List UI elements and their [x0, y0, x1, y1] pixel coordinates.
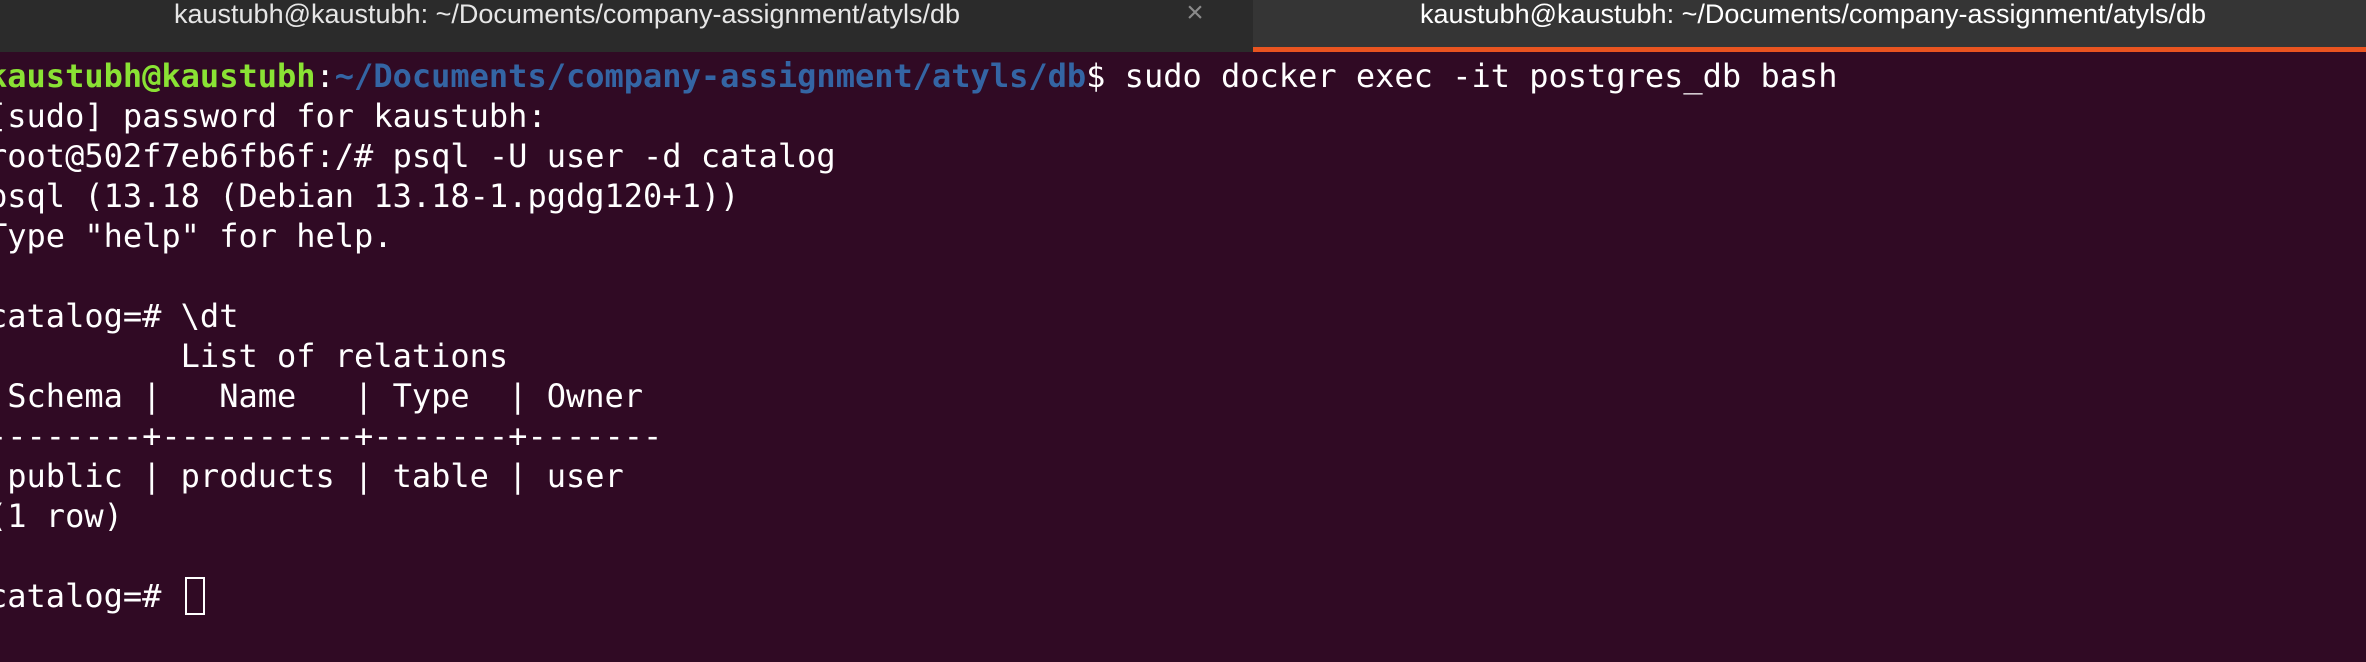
tab-bar: kaustubh@kaustubh: ~/Documents/company-a…	[0, 0, 2366, 52]
final-prompt: catalog=#	[0, 577, 181, 615]
output-line: psql (13.18 (Debian 13.18-1.pgdg120+1))	[0, 177, 740, 215]
final-prompt-line: catalog=#	[0, 576, 205, 616]
tab-1-title: kaustubh@kaustubh: ~/Documents/company-a…	[174, 0, 961, 29]
output-line: Schema | Name | Type | Owner	[0, 377, 644, 415]
output-line: root@502f7eb6fb6f:/# psql -U user -d cat…	[0, 137, 836, 175]
output-line: Type "help" for help.	[0, 217, 393, 255]
output-line: --------+----------+-------+-------	[0, 417, 663, 455]
close-icon[interactable]: ×	[1183, 0, 1207, 28]
output-line: (1 row)	[0, 497, 123, 535]
output-line: public | products | table | user	[0, 457, 624, 495]
text-cursor[interactable]	[184, 577, 205, 615]
prompt-path: ~/Documents/company-assignment/atyls/db	[334, 57, 1087, 95]
output-line: [sudo] password for kaustubh:	[0, 97, 547, 135]
output-line: List of relations	[0, 337, 509, 375]
prompt-line: kaustubh@kaustubh:~/Documents/company-as…	[0, 56, 1838, 96]
terminal-window: kaustubh@kaustubh: ~/Documents/company-a…	[0, 0, 2366, 662]
tab-2-title: kaustubh@kaustubh: ~/Documents/company-a…	[1420, 0, 2207, 29]
tab-2[interactable]: kaustubh@kaustubh: ~/Documents/company-a…	[1253, 0, 2366, 52]
prompt-colon: :	[315, 57, 335, 95]
prompt-command: $ sudo docker exec -it postgres_db bash	[1086, 57, 1838, 95]
output-line: catalog=# \dt	[0, 297, 239, 335]
prompt-user-host: kaustubh@kaustubh	[0, 57, 316, 95]
tab-1[interactable]: kaustubh@kaustubh: ~/Documents/company-a…	[0, 0, 1204, 52]
terminal-output[interactable]: kaustubh@kaustubh:~/Documents/company-as…	[0, 56, 2366, 662]
